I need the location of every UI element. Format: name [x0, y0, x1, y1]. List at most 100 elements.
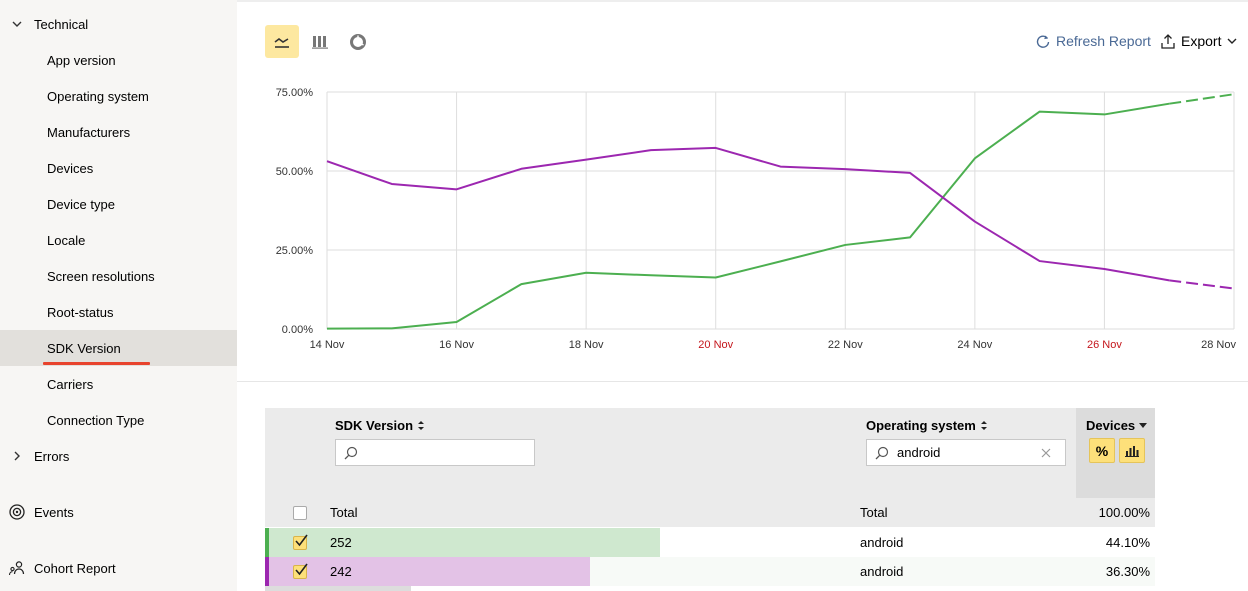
sidebar-group-errors[interactable]: Errors [0, 438, 237, 474]
x-tick-label: 14 Nov [310, 339, 345, 351]
sidebar-item-root-status[interactable]: Root-status [0, 294, 237, 330]
devices-cell: 44.10% [1105, 535, 1150, 550]
x-tick-label: 22 Nov [828, 339, 863, 351]
total-devices-cell: 100.00% [1098, 505, 1150, 520]
sidebar-item-connection-type[interactable]: Connection Type [0, 402, 237, 438]
next-row-hint [265, 586, 411, 591]
chevron-right-icon [10, 451, 24, 461]
sdk-version-column-header[interactable]: SDK Version [335, 418, 425, 433]
sidebar-item-label: Screen resolutions [47, 268, 155, 284]
row-checkbox[interactable] [293, 563, 308, 579]
refresh-report-button[interactable]: Refresh Report [1036, 33, 1151, 49]
chevron-down-icon [10, 21, 24, 28]
sidebar-item-app-version[interactable]: App version [0, 42, 237, 78]
check-icon [295, 563, 308, 576]
total-os-cell: Total [860, 505, 888, 520]
row-checkbox[interactable] [293, 506, 307, 520]
sidebar-item-label: Carriers [47, 376, 94, 392]
sidebar-item-operating-system[interactable]: Operating system [0, 78, 237, 114]
series-color-marker [265, 557, 269, 586]
pie-chart-icon [350, 33, 366, 50]
search-icon [344, 446, 358, 459]
sidebar-item-label: Locale [47, 232, 86, 248]
share-bar [265, 528, 660, 557]
absolute-values-toggle-button[interactable] [1119, 438, 1145, 463]
devices-cell: 36.30% [1105, 564, 1150, 579]
top-border [237, 0, 1248, 2]
operating-system-cell: android [860, 535, 904, 550]
table-row[interactable]: 252 android 44.10% [265, 528, 1155, 557]
series-line-0 [326, 102, 1170, 330]
y-tick-label: 75.00% [276, 87, 314, 99]
y-tick-label: 25.00% [276, 245, 314, 257]
sdk-version-header-label: SDK Version [335, 418, 414, 433]
sidebar-item-label: Operating system [47, 88, 149, 104]
x-tick-label: 24 Nov [957, 339, 992, 351]
total-sdk-cell: Total [330, 505, 358, 520]
series-line-projected-0 [1169, 93, 1235, 105]
x-tick-label: 20 Nov [698, 339, 733, 351]
line-chart-button[interactable] [265, 25, 299, 58]
sidebar-item-label: Cohort Report [34, 560, 116, 576]
sidebar-item-screen-resolutions[interactable]: Screen resolutions [0, 258, 237, 294]
export-label: Export [1181, 33, 1222, 49]
search-icon [875, 446, 889, 459]
y-tick-label: 0.00% [282, 324, 313, 336]
sort-icon [418, 421, 425, 430]
export-button[interactable]: Export [1161, 33, 1237, 49]
sidebar-item-carriers[interactable]: Carriers [0, 366, 237, 402]
check-icon [295, 534, 308, 547]
operating-system-header-label: Operating system [866, 418, 976, 433]
devices-header-label: Devices [1086, 418, 1136, 433]
operating-system-filter[interactable] [866, 439, 1066, 466]
sidebar-item-label: Events [34, 504, 74, 520]
section-divider [237, 381, 1248, 382]
operating-system-filter-input[interactable] [897, 442, 1037, 463]
bar-chart-icon [1125, 445, 1139, 457]
sidebar-group-technical[interactable]: Technical [0, 6, 237, 42]
target-icon [8, 503, 26, 521]
sdk-version-filter[interactable] [335, 439, 535, 466]
sidebar-item-locale[interactable]: Locale [0, 222, 237, 258]
table-total-row: Total Total 100.00% [265, 498, 1155, 527]
bar-chart-button[interactable] [303, 25, 337, 58]
sidebar-item-events[interactable]: Events [0, 494, 237, 530]
x-tick-label: 16 Nov [439, 339, 474, 351]
line-chart: 0.00% 25.00% 50.00% 75.00% 14 Nov 16 Nov 18 No… [276, 87, 1237, 351]
sidebar-item-label: SDK Version [47, 340, 121, 356]
upload-icon [1161, 33, 1175, 49]
sort-icon [980, 421, 987, 430]
sidebar-item-devices[interactable]: Devices [0, 150, 237, 186]
sidebar-item-label: Root-status [47, 304, 114, 320]
x-tick-label: 26 Nov [1087, 339, 1122, 351]
sidebar-item-label: Devices [47, 160, 94, 176]
share-bar [265, 557, 590, 586]
sdk-version-filter-input[interactable] [364, 442, 504, 463]
percent-toggle-button[interactable]: % [1089, 438, 1115, 463]
sidebar-item-sdk-version[interactable]: SDK Version [0, 330, 237, 366]
sidebar-group-label: Errors [34, 448, 70, 464]
x-tick-label: 18 Nov [569, 339, 604, 351]
sidebar-item-label: Manufacturers [47, 124, 131, 140]
x-tick-label: 28 Nov [1201, 339, 1236, 351]
refresh-label: Refresh Report [1056, 33, 1151, 49]
series-color-marker [265, 528, 269, 557]
sidebar-item-label: Device type [47, 196, 115, 212]
sidebar-group-label: Technical [34, 16, 89, 32]
sidebar: Technical App version Operating system M… [0, 0, 237, 591]
caret-down-icon [1139, 423, 1148, 428]
series-line-1 [326, 146, 1170, 282]
sdk-version-cell: 252 [330, 535, 352, 550]
pie-chart-button[interactable] [341, 25, 375, 58]
table-row[interactable]: 242 android 36.30% [265, 557, 1155, 586]
chevron-down-icon [1227, 38, 1237, 44]
operating-system-column-header[interactable]: Operating system [866, 418, 988, 433]
refresh-icon [1036, 35, 1050, 48]
sidebar-item-cohort-report[interactable]: Cohort Report [0, 550, 237, 586]
cohort-users-icon [8, 559, 26, 577]
devices-column-header[interactable]: Devices [1086, 418, 1148, 433]
sidebar-item-manufacturers[interactable]: Manufacturers [0, 114, 237, 150]
sidebar-item-device-type[interactable]: Device type [0, 186, 237, 222]
clear-icon[interactable] [1041, 448, 1051, 458]
row-checkbox[interactable] [293, 534, 308, 550]
